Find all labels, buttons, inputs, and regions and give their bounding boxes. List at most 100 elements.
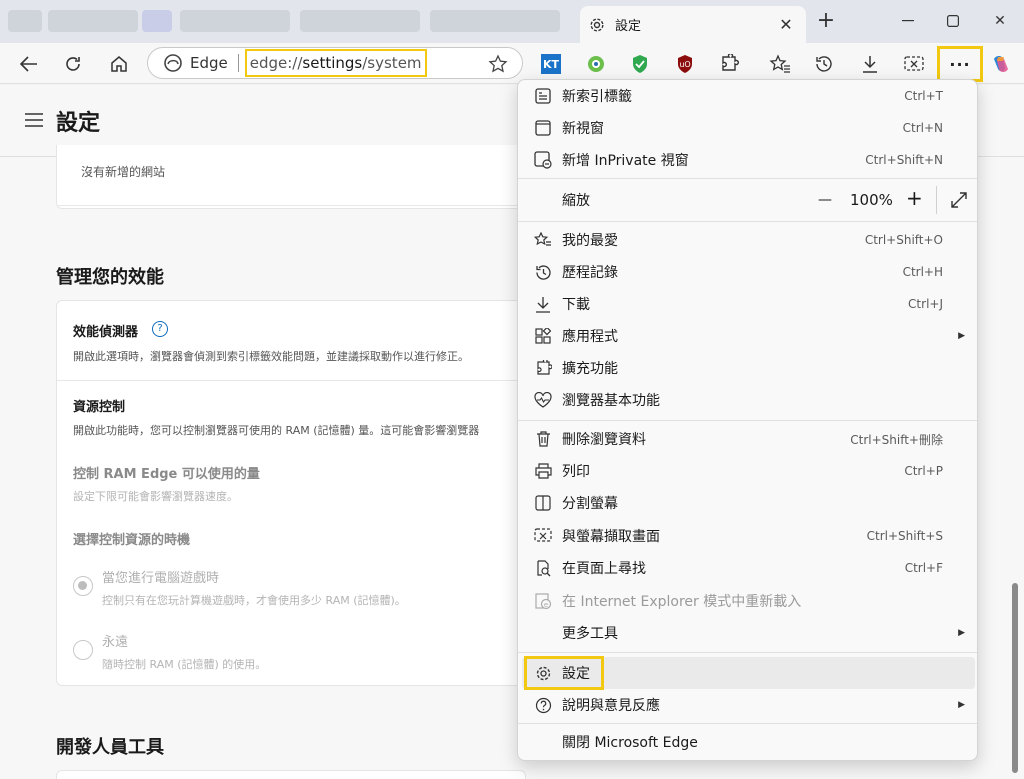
minimize-button[interactable] bbox=[893, 8, 923, 34]
green-extension-icon[interactable] bbox=[583, 51, 609, 77]
zoom-value: 100% bbox=[850, 191, 893, 209]
new-tab-button[interactable]: + bbox=[814, 10, 838, 34]
menu-separator bbox=[518, 221, 977, 222]
back-button[interactable] bbox=[14, 49, 44, 79]
apps-icon bbox=[534, 327, 552, 345]
maximize-button[interactable] bbox=[938, 8, 968, 34]
tab-title: 設定 bbox=[615, 19, 642, 34]
menu-item-close-edge[interactable]: 關閉 Microsoft Edge bbox=[522, 726, 975, 758]
tab-strip: 設定 ✕ + ✕ bbox=[0, 0, 1024, 43]
blurred-tab[interactable] bbox=[142, 10, 172, 32]
ie-mode-icon: e bbox=[534, 592, 552, 610]
zoom-in-button[interactable]: + bbox=[906, 186, 923, 210]
copilot-icon[interactable] bbox=[988, 51, 1014, 77]
sites-card: 沒有新增的網站 bbox=[56, 145, 527, 209]
history-icon bbox=[534, 263, 552, 281]
extensions-icon bbox=[534, 359, 552, 377]
menu-item-apps[interactable]: 應用程式 ▶ bbox=[522, 320, 975, 352]
performance-detector-desc: 開啟此選項時，瀏覽器會偵測到索引標籤效能問題，並建議採取動作以進行修正。 bbox=[73, 350, 469, 363]
blurred-tab[interactable] bbox=[300, 10, 420, 32]
menu-item-extensions[interactable]: 擴充功能 bbox=[522, 352, 975, 384]
close-window-button[interactable]: ✕ bbox=[985, 8, 1015, 34]
menu-item-new-tab[interactable]: 新索引標籤 Ctrl+T bbox=[522, 80, 975, 112]
new-tab-icon bbox=[534, 87, 552, 105]
menu-item-browser-essentials[interactable]: 瀏覽器基本功能 bbox=[522, 384, 975, 416]
help-icon[interactable]: ? bbox=[152, 321, 168, 337]
resource-control-title: 資源控制 bbox=[73, 400, 126, 415]
find-icon bbox=[534, 559, 552, 577]
address-bar[interactable]: Edge edge://settings/system bbox=[147, 47, 523, 79]
menu-item-new-window[interactable]: 新視窗 Ctrl+N bbox=[522, 112, 975, 144]
screenshot-icon bbox=[534, 527, 552, 545]
heart-pulse-icon bbox=[534, 391, 552, 409]
new-window-icon bbox=[534, 119, 552, 137]
menu-item-delete-browsing-data[interactable]: 刪除瀏覽資料 Ctrl+Shift+刪除 bbox=[522, 423, 975, 455]
settings-highlight-box bbox=[524, 656, 604, 690]
menu-item-ie-mode: e 在 Internet Explorer 模式中重新載入 bbox=[522, 585, 975, 617]
url-text[interactable]: edge://settings/system bbox=[244, 49, 427, 77]
menu-separator bbox=[518, 652, 977, 653]
menu-item-more-tools[interactable]: 更多工具 ▶ bbox=[522, 617, 975, 649]
menu-item-downloads[interactable]: 下載 Ctrl+J bbox=[522, 288, 975, 320]
help-icon bbox=[534, 696, 552, 714]
radio-always[interactable] bbox=[73, 640, 93, 660]
settings-and-more-button[interactable]: ··· bbox=[937, 46, 983, 82]
blurred-tab[interactable] bbox=[430, 10, 560, 32]
gear-icon bbox=[588, 16, 606, 34]
screenshot-toolbar-icon[interactable] bbox=[901, 51, 927, 77]
settings-and-more-menu: 新索引標籤 Ctrl+T 新視窗 Ctrl+N 新增 InPrivate 視窗 … bbox=[517, 79, 978, 761]
menu-item-find-on-page[interactable]: 在頁面上尋找 Ctrl+F bbox=[522, 552, 975, 584]
menu-separator bbox=[518, 420, 977, 421]
menu-item-help-feedback[interactable]: 說明與意見反應 ▶ bbox=[522, 689, 975, 721]
favorites-icon bbox=[534, 231, 552, 249]
address-separator bbox=[237, 54, 239, 72]
menu-item-history[interactable]: 歷程記錄 Ctrl+H bbox=[522, 256, 975, 288]
performance-detector-title: 效能偵測器 bbox=[73, 325, 139, 340]
inprivate-icon bbox=[534, 151, 552, 169]
history-toolbar-icon[interactable] bbox=[811, 51, 837, 77]
tab-settings[interactable]: 設定 ✕ bbox=[580, 6, 806, 43]
developer-tools-section-title: 開發人員工具 bbox=[56, 737, 164, 758]
menu-separator bbox=[518, 178, 977, 179]
extensions-puzzle-icon[interactable] bbox=[716, 51, 742, 77]
menu-item-new-inprivate[interactable]: 新增 InPrivate 視窗 Ctrl+Shift+N bbox=[522, 144, 975, 176]
radio-gaming-desc: 控制只有在您玩計算機遊戲時，才會使用多少 RAM (記憶體)。 bbox=[102, 594, 406, 607]
zoom-divider bbox=[936, 186, 937, 214]
shield-extension-icon[interactable] bbox=[627, 51, 653, 77]
ublock-extension-icon[interactable]: uO bbox=[672, 51, 698, 77]
favorite-star-icon[interactable] bbox=[488, 54, 508, 74]
blurred-tab[interactable] bbox=[8, 10, 42, 32]
page-title: 設定 bbox=[56, 111, 101, 136]
page-scrollbar[interactable] bbox=[1012, 583, 1018, 773]
zoom-out-button[interactable]: — bbox=[818, 192, 832, 208]
blurred-tab[interactable] bbox=[180, 10, 290, 32]
submenu-arrow-icon: ▶ bbox=[958, 331, 965, 341]
submenu-arrow-icon: ▶ bbox=[958, 628, 965, 638]
favorites-toolbar-icon[interactable] bbox=[767, 51, 793, 77]
menu-item-zoom: 縮放 — 100% + bbox=[522, 182, 975, 218]
svg-text:e: e bbox=[543, 601, 547, 609]
radio-gaming-label: 當您進行電腦遊戲時 bbox=[102, 571, 220, 586]
menu-item-print[interactable]: 列印 Ctrl+P bbox=[522, 455, 975, 487]
performance-section-title: 管理您的效能 bbox=[56, 267, 164, 288]
hamburger-menu-icon[interactable] bbox=[25, 113, 43, 127]
menu-item-favorites[interactable]: 我的最愛 Ctrl+Shift+O bbox=[522, 224, 975, 256]
browser-toolbar: Edge edge://settings/system KT uO ··· bbox=[0, 43, 1024, 84]
site-identity-label: Edge bbox=[190, 54, 228, 72]
resource-control-desc: 開啟此功能時，您可以控制瀏覽器可使用的 RAM (記憶體) 量。這可能會影響瀏覽… bbox=[73, 424, 480, 437]
menu-item-screenshot[interactable]: 與螢幕擷取畫面 Ctrl+Shift+S bbox=[522, 520, 975, 552]
home-button[interactable] bbox=[104, 49, 134, 79]
printer-icon bbox=[534, 462, 552, 480]
ram-limit-desc: 設定下限可能會影響瀏覽器速度。 bbox=[73, 490, 238, 503]
downloads-toolbar-icon[interactable] bbox=[857, 51, 883, 77]
radio-always-label: 永遠 bbox=[102, 635, 129, 650]
blurred-tab[interactable] bbox=[48, 10, 138, 32]
menu-item-split-screen[interactable]: 分割螢幕 bbox=[522, 487, 975, 519]
refresh-button[interactable] bbox=[58, 49, 88, 79]
no-sites-text: 沒有新增的網站 bbox=[81, 165, 166, 179]
fullscreen-icon[interactable] bbox=[950, 191, 968, 209]
radio-always-desc: 隨時控制 RAM (記憶體) 的使用。 bbox=[102, 658, 267, 671]
radio-gaming[interactable] bbox=[73, 576, 93, 596]
kt-extension-icon[interactable]: KT bbox=[538, 51, 564, 77]
close-tab-button[interactable]: ✕ bbox=[776, 14, 796, 34]
